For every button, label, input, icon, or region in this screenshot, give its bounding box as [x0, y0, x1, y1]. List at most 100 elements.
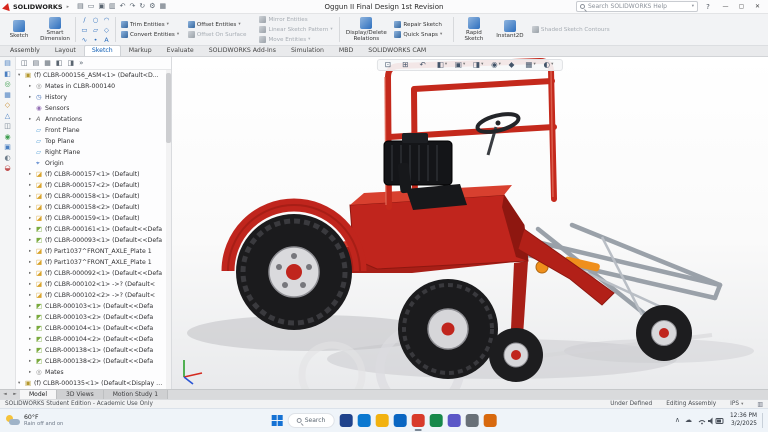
tree-item[interactable]: ▸ (f) CLBR-000092<1> (Default<<Defa [16, 268, 171, 279]
arc-tool-icon[interactable]: ◠ [101, 15, 112, 25]
panel-overflow-icon[interactable]: » [79, 59, 83, 67]
ribbon-button[interactable]: Repair Sketch [392, 20, 450, 29]
ribbon-button[interactable]: Offset Entities [186, 20, 255, 29]
taskbar-clock[interactable]: 12:36 PM 3/2/2025 [730, 413, 757, 428]
tree-item[interactable]: Top Plane [16, 136, 171, 147]
tree-item[interactable]: ▸ Mates [16, 367, 171, 378]
minimize-button[interactable]: — [718, 1, 733, 13]
tree-item[interactable]: ▸ (f) CLBR-000157<2> (Default) [16, 180, 171, 191]
ribbon-tab[interactable]: MBD [332, 46, 360, 56]
show-desktop-button[interactable] [762, 413, 764, 428]
tree-expand-arrow[interactable]: ▸ [29, 315, 36, 320]
taskbar-app-icon-6[interactable] [429, 414, 442, 427]
left-toolbar-icon[interactable]: ▦ [4, 92, 11, 99]
print-icon[interactable]: ▥ [109, 3, 116, 10]
tree-expand-arrow[interactable]: ▸ [29, 216, 36, 221]
apply-scene-icon[interactable]: ▦ [525, 61, 537, 69]
units-selector[interactable]: IPS ▾ [730, 401, 743, 407]
document-tab[interactable]: Model [20, 390, 57, 399]
tree-item[interactable]: ▸ CLBR-000104<2> (Default<<Defa [16, 334, 171, 345]
tree-item[interactable]: ▸ (f) CLBR-000161<1> (Default<<Defa [16, 224, 171, 235]
ribbon-tab[interactable]: Markup [122, 46, 159, 56]
ribbon-button[interactable]: Linear Sketch Pattern [257, 25, 336, 34]
ribbon-button[interactable]: Quick Snaps [392, 30, 450, 39]
slot-tool-icon[interactable]: ▱ [90, 25, 101, 35]
tree-expand-arrow[interactable]: ▸ [29, 95, 36, 100]
tree-item[interactable]: ▸ (f) CLBR-000158<1> (Default) [16, 191, 171, 202]
ribbon-button[interactable]: Convert Entities [119, 30, 183, 39]
pane-toggle-icon[interactable]: ▥ [757, 401, 763, 408]
close-button[interactable]: ✕ [750, 1, 765, 13]
section-view-icon[interactable]: ◧ [437, 61, 449, 69]
solidworks-app-icon[interactable] [411, 414, 424, 427]
display-style-icon[interactable]: ◨ [473, 61, 485, 69]
tree-item[interactable]: Sensors [16, 103, 171, 114]
ribbon-large-button[interactable]: Display/Delete Relations [343, 15, 389, 44]
tree-expand-arrow[interactable]: ▸ [29, 359, 36, 364]
open-file-icon[interactable]: ▭ [88, 3, 95, 10]
onedrive-cloud-icon[interactable]: ☁ [685, 417, 692, 424]
tree-expand-arrow[interactable]: ▸ [29, 271, 36, 276]
undo-icon[interactable]: ↶ [120, 3, 126, 10]
menu-expand-icon[interactable]: ▸ [67, 4, 70, 10]
ribbon-tab[interactable]: SOLIDWORKS CAM [361, 46, 433, 56]
tree-expand-arrow[interactable]: ▸ [29, 304, 36, 309]
tree-item[interactable]: ▸ Annotations [16, 114, 171, 125]
taskbar-search[interactable]: Search [288, 413, 335, 428]
tree-expand-arrow[interactable]: ▸ [29, 227, 36, 232]
tree-item[interactable]: ▸ (f) CLBR-000102<2> ->? (Default< [16, 290, 171, 301]
ribbon-tab[interactable]: Layout [48, 46, 83, 56]
file-properties-icon[interactable]: ▦ [160, 3, 167, 10]
tree-expand-arrow[interactable]: ▸ [29, 260, 36, 265]
ribbon-large-button[interactable]: Smart Dimension [38, 15, 72, 44]
left-toolbar-icon[interactable]: ◒ [4, 165, 10, 172]
line-tool-icon[interactable]: ∕ [79, 15, 90, 25]
document-tab[interactable]: Motion Study 1 [104, 390, 168, 399]
redo-icon[interactable]: ↷ [129, 3, 135, 10]
tree-expand-arrow[interactable]: ▸ [29, 117, 36, 122]
options-icon[interactable]: ⚙ [149, 3, 155, 10]
configurationmanager-tab-icon[interactable]: ▦ [44, 59, 51, 67]
tree-item[interactable]: ▾ (f) CLBR-000156_ASM<1> (Default<D... [16, 70, 171, 81]
dimxpertmanager-tab-icon[interactable]: ◧ [56, 59, 63, 67]
taskbar-app-icon-8[interactable] [465, 414, 478, 427]
tree-expand-arrow[interactable]: ▾ [18, 73, 25, 78]
ribbon-large-button[interactable]: Sketch [2, 15, 36, 44]
spline-tool-icon[interactable]: ∿ [79, 35, 90, 45]
left-toolbar-icon[interactable]: ▤ [4, 60, 11, 67]
tree-expand-arrow[interactable]: ▸ [29, 194, 36, 199]
tree-item[interactable]: ▸ (f) CLBR-000159<1> (Default) [16, 213, 171, 224]
weather-widget[interactable]: 60°F Rain off and on [0, 414, 69, 428]
point-tool-icon[interactable]: • [90, 35, 101, 45]
rectangle-tool-icon[interactable]: ▭ [79, 25, 90, 35]
tree-item[interactable]: ▾ (f) CLBR-000135<1> (Default<Display St… [16, 378, 171, 389]
tree-item[interactable]: ▸ (f) CLBR-000102<1> ->? (Default< [16, 279, 171, 290]
ribbon-button[interactable]: Shaded Sketch Contours [530, 25, 618, 34]
view-orientation-icon[interactable]: ▣ [455, 61, 467, 69]
tree-expand-arrow[interactable]: ▸ [29, 249, 36, 254]
ribbon-tab[interactable]: Sketch [84, 45, 121, 56]
tree-item[interactable]: ▸ (f) CLBR-000093<1> (Default<<Defa [16, 235, 171, 246]
ribbon-tab[interactable]: Evaluate [160, 46, 201, 56]
new-file-icon[interactable]: ▤ [77, 3, 84, 10]
maximize-button[interactable]: ▢ [734, 1, 749, 13]
taskbar-app-icon-1[interactable] [339, 414, 352, 427]
tree-expand-arrow[interactable]: ▸ [29, 282, 36, 287]
featuremanager-tab-icon[interactable]: ◫ [21, 59, 28, 67]
tree-item[interactable]: ▸ (f) CLBR-000158<2> (Default) [16, 202, 171, 213]
tab-scroll-left-icon[interactable]: ◄ [0, 390, 10, 399]
ribbon-tab[interactable]: Assembly [3, 46, 47, 56]
tree-item[interactable]: Right Plane [16, 147, 171, 158]
tree-expand-arrow[interactable]: ▸ [29, 348, 36, 353]
document-tab[interactable]: 3D Views [57, 390, 104, 399]
left-toolbar-icon[interactable]: ◇ [5, 102, 10, 109]
left-toolbar-icon[interactable]: ◉ [4, 134, 10, 141]
zoom-fit-icon[interactable]: ⊡ [385, 61, 396, 69]
ribbon-button[interactable]: Trim Entities [119, 20, 183, 29]
left-toolbar-icon[interactable]: ◧ [4, 71, 11, 78]
rebuild-icon[interactable]: ↻ [139, 3, 145, 10]
tree-item[interactable]: ▸ (f) Part1037^FRONT_AXLE_Plate 1 [16, 257, 171, 268]
ribbon-large-button[interactable]: Rapid Sketch [457, 15, 491, 44]
polygon-tool-icon[interactable]: ◇ [101, 25, 112, 35]
left-toolbar-icon[interactable]: ▣ [4, 144, 11, 151]
